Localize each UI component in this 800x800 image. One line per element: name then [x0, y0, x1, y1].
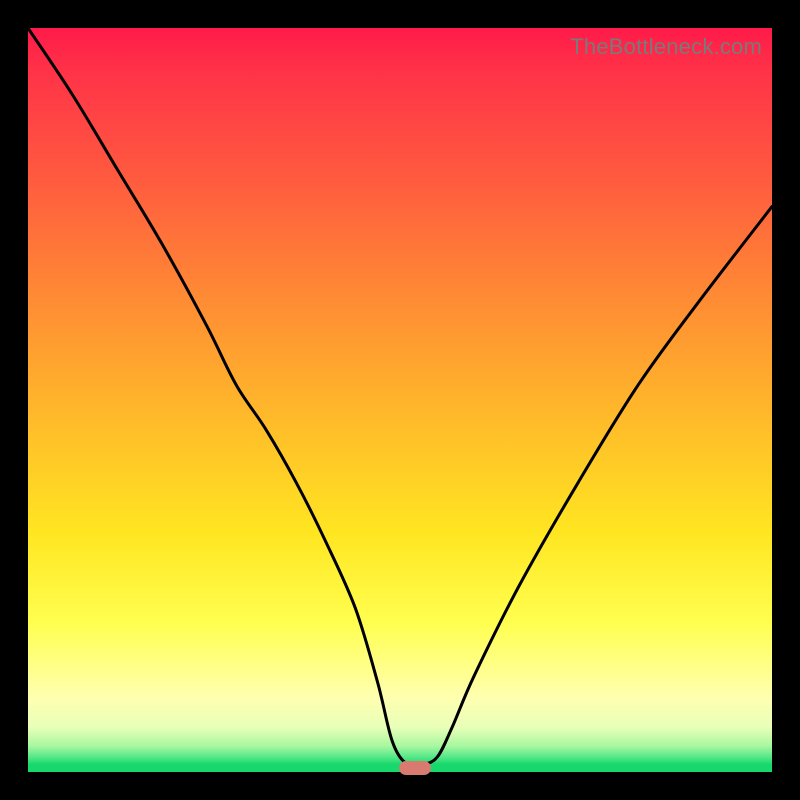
plot-area: TheBottleneck.com — [28, 28, 772, 772]
chart-frame: TheBottleneck.com — [0, 0, 800, 800]
bottleneck-curve — [28, 28, 772, 772]
curve-path — [28, 28, 772, 767]
optimum-marker — [399, 761, 431, 775]
